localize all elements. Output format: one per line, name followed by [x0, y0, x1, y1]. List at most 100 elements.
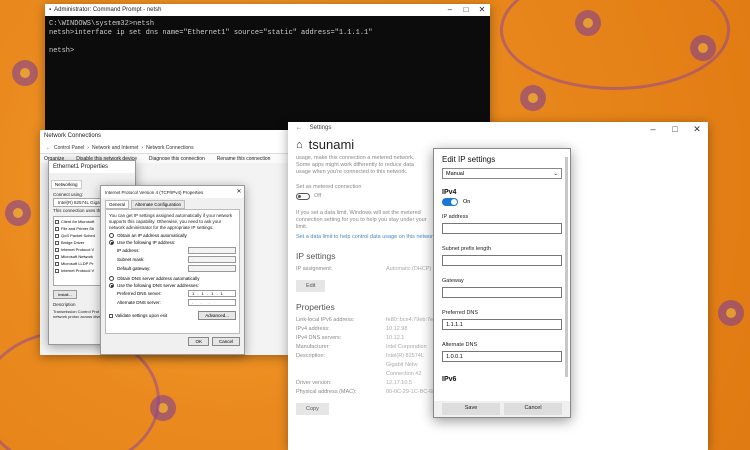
cmd-line: netsh>	[49, 47, 75, 55]
tab-general[interactable]: General	[105, 200, 130, 209]
subnet-prefix-input[interactable]	[442, 255, 562, 266]
checkbox[interactable]	[55, 233, 59, 238]
prop-value: fe80::bce4:79eb:7eab:4f70%5	[386, 317, 436, 323]
radio-use-ip[interactable]	[109, 240, 114, 245]
settings-titlebar[interactable]: ← Settings – □ ✕	[288, 122, 708, 134]
save-button[interactable]: Save	[442, 403, 500, 415]
checkbox[interactable]	[55, 261, 59, 266]
ipv4-properties-dialog[interactable]: Internet Protocol Version 4 (TCP/IPv4) P…	[100, 185, 245, 355]
metered-toggle[interactable]	[296, 193, 310, 200]
gateway-field[interactable]: . . .	[188, 265, 236, 272]
gateway-label: Default gateway:	[117, 266, 151, 271]
alternate-dns-input[interactable]: 1.0.0.1	[442, 351, 562, 362]
install-button[interactable]: Install...	[53, 290, 77, 299]
radio-auto-dns[interactable]	[109, 276, 114, 281]
subnet-prefix-label: Subnet prefix length	[442, 246, 491, 252]
checkbox[interactable]	[55, 268, 59, 273]
back-arrow-icon[interactable]: ←	[296, 125, 302, 131]
edit-ip-settings-dialog[interactable]: Edit IP settings Manual ⌄ IPv4 On IP addr…	[433, 148, 571, 418]
list-item-label: Internet Protocol V	[61, 247, 95, 252]
validate-checkbox[interactable]	[109, 313, 113, 318]
ok-button[interactable]: OK	[188, 337, 209, 346]
chevron-down-icon: ⌄	[553, 170, 558, 177]
breadcrumb-item[interactable]: Network and Internet	[92, 145, 138, 151]
list-item-label: Client for Microsoft	[61, 219, 95, 224]
ipv4-toggle[interactable]	[442, 198, 458, 206]
tab-networking[interactable]: Networking	[51, 180, 82, 189]
prop-label: Driver version:	[296, 380, 332, 386]
ipv4-general-panel: You can get IP settings assigned automat…	[105, 209, 240, 334]
list-item-label: Bridge Driver	[61, 240, 85, 245]
close-icon[interactable]: ✕	[474, 4, 490, 16]
tab-alternate[interactable]: Alternate Configuration	[131, 200, 186, 209]
cmd-output[interactable]: C:\WINDOWS\system32>netsh netsh>interfac…	[45, 16, 490, 60]
breadcrumb-separator: ›	[87, 144, 89, 151]
ip-address-input[interactable]	[442, 223, 562, 234]
radio-label: Use the following DNS server addresses:	[117, 283, 200, 288]
minimize-icon[interactable]: –	[442, 4, 458, 16]
ipv4-state: On	[463, 199, 471, 205]
checkbox[interactable]	[55, 240, 59, 245]
cancel-button[interactable]: Cancel	[504, 403, 562, 415]
list-item-label: File and Printer Sh	[61, 226, 95, 231]
prop-value: Intel(R) 82574L Gigabit Netw Connection …	[386, 353, 424, 377]
rename-button[interactable]: Rename this connection	[217, 156, 271, 162]
checkbox[interactable]	[55, 247, 59, 252]
maximize-icon[interactable]: □	[458, 4, 474, 16]
address-bar[interactable]: ← Control Panel › Network and Internet › N…	[40, 142, 290, 154]
home-icon[interactable]: ⌂	[296, 139, 303, 151]
radio-label: Use the following IP address:	[117, 240, 176, 245]
gateway-label: Gateway	[442, 278, 464, 284]
close-icon[interactable]: ✕	[686, 122, 708, 136]
alternate-dns-field[interactable]: . . .	[188, 299, 236, 306]
subnet-mask-field[interactable]: . . .	[188, 256, 236, 263]
intro-text: You can get IP settings assigned automat…	[109, 213, 233, 230]
ip-address-label: IP address	[442, 214, 469, 220]
diagnose-button[interactable]: Diagnose this connection	[149, 156, 205, 162]
ip-address-field[interactable]: . . .	[188, 247, 236, 254]
breadcrumb-separator: ›	[141, 144, 144, 151]
prop-value: 10.12.98	[386, 326, 408, 332]
back-arrow-icon[interactable]: ←	[46, 145, 51, 151]
command-prompt-window[interactable]: ▪ Administrator: Command Prompt - netsh …	[45, 4, 490, 130]
flower-decoration	[12, 60, 38, 86]
radio-auto-ip[interactable]	[109, 233, 114, 238]
settings-title: Settings	[309, 125, 332, 131]
checkbox[interactable]	[55, 254, 59, 259]
ipv6-heading: IPv6	[442, 376, 457, 383]
data-limit-link[interactable]: Set a data limit to help control data us…	[288, 231, 438, 243]
breadcrumb-item[interactable]: Network Connections	[146, 145, 194, 151]
preferred-dns-field[interactable]: 1 . 1 . 1 . 1	[188, 290, 236, 297]
cmd-line: netsh>interface ip set dns name="Etherne…	[49, 29, 373, 37]
checkbox[interactable]	[55, 219, 59, 224]
checkbox[interactable]	[55, 226, 59, 231]
cancel-button[interactable]: Cancel	[211, 337, 240, 346]
dialog-scrollbar[interactable]	[565, 157, 568, 377]
ipv4-titlebar[interactable]: Internet Protocol Version 4 (TCP/IPv4) P…	[101, 186, 244, 198]
ip-assignment-label: IP assignment:	[296, 266, 333, 272]
netconn-titlebar[interactable]: Network Connections	[40, 130, 290, 142]
preferred-dns-input[interactable]: 1.1.1.1	[442, 319, 562, 330]
metered-description: usage, make this connection a metered ne…	[296, 155, 415, 175]
ethprops-titlebar[interactable]: Ethernet1 Properties	[49, 161, 135, 173]
gateway-input[interactable]	[442, 287, 562, 298]
edit-button[interactable]: Edit	[296, 280, 326, 292]
cmd-icon: ▪	[49, 7, 52, 13]
ip-mode-dropdown[interactable]: Manual ⌄	[442, 168, 562, 179]
list-item-label: Microsoft LLDP Pr	[61, 261, 94, 266]
close-icon[interactable]: ✕	[234, 186, 244, 198]
radio-use-dns[interactable]	[109, 283, 114, 288]
prop-label: Physical address (MAC):	[296, 389, 357, 395]
prop-value: Intel Corporation	[386, 344, 427, 350]
cmd-titlebar[interactable]: ▪ Administrator: Command Prompt - netsh …	[45, 4, 490, 16]
alt-dns-label: Alternate DNS server:	[117, 300, 161, 305]
advanced-button[interactable]: Advanced...	[198, 311, 236, 320]
prop-value: 12.17.10.5	[386, 380, 412, 386]
list-item-label: Internet Protocol V	[61, 268, 95, 273]
limit-description: If you set a data limit, Windows will se…	[296, 210, 427, 230]
maximize-icon[interactable]: □	[664, 122, 686, 136]
breadcrumb-item[interactable]: Control Panel	[54, 145, 84, 151]
copy-button[interactable]: Copy	[296, 403, 329, 415]
minimize-icon[interactable]: –	[642, 122, 664, 136]
mask-label: Subnet mask:	[117, 257, 145, 262]
